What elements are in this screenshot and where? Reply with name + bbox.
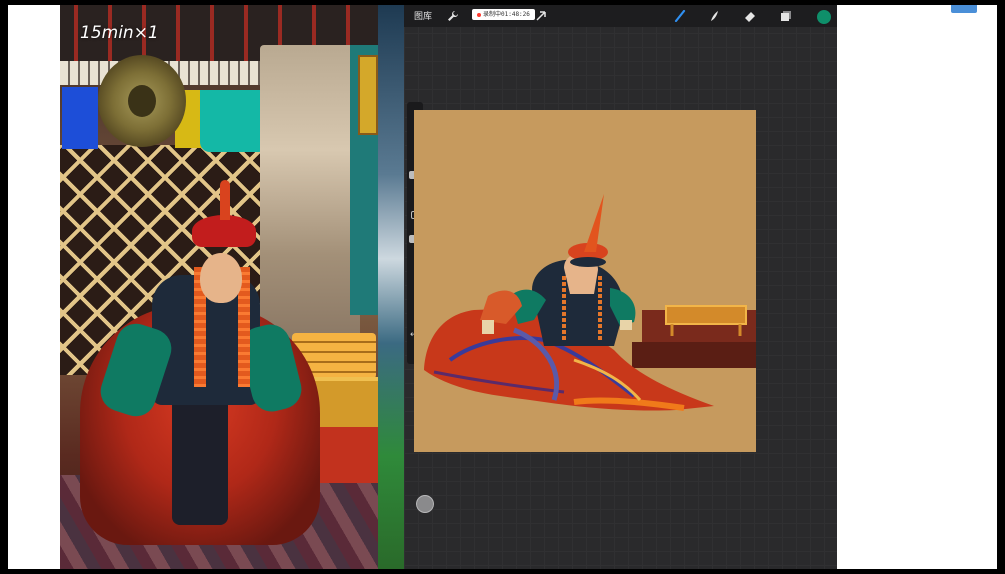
teal-fabric [200, 90, 268, 152]
wrench-icon[interactable] [445, 8, 461, 24]
procreate-app: 图库 录制中01:48:26 ↩ [404, 5, 837, 569]
drawn-figure [480, 194, 636, 346]
blue-fabric [62, 87, 98, 149]
timer-watermark: 15min×1 [80, 23, 159, 43]
transform-arrow-icon[interactable] [533, 8, 549, 24]
right-white-panel [837, 5, 997, 569]
eraser-icon[interactable] [742, 8, 758, 24]
layers-icon[interactable] [778, 8, 794, 24]
smudge-icon[interactable] [706, 8, 722, 24]
framed-picture [358, 55, 378, 135]
face [200, 253, 242, 303]
bronze-medallion [98, 55, 186, 147]
fur-pelt [260, 45, 360, 345]
reference-photo: 15min×1 [60, 5, 378, 569]
record-dot-icon [477, 12, 481, 17]
hat-spike [220, 180, 230, 220]
recording-indicator: 录制中01:48:26 [472, 9, 535, 20]
color-picker-button[interactable] [816, 9, 832, 25]
blue-tab[interactable] [951, 5, 977, 13]
left-white-margin [8, 5, 60, 569]
brush-icon[interactable] [672, 8, 688, 24]
drawn-bench [632, 305, 756, 368]
gallery-button[interactable]: 图库 [414, 9, 432, 22]
background-strip [378, 5, 404, 569]
drawing-canvas[interactable] [414, 110, 756, 452]
robe-inner-panel [172, 385, 228, 525]
artwork [424, 194, 756, 411]
procreate-toolbar: 图库 录制中01:48:26 [404, 5, 837, 27]
recording-status: 录制中01:48:26 [483, 11, 530, 18]
modifier-button[interactable] [416, 495, 434, 513]
